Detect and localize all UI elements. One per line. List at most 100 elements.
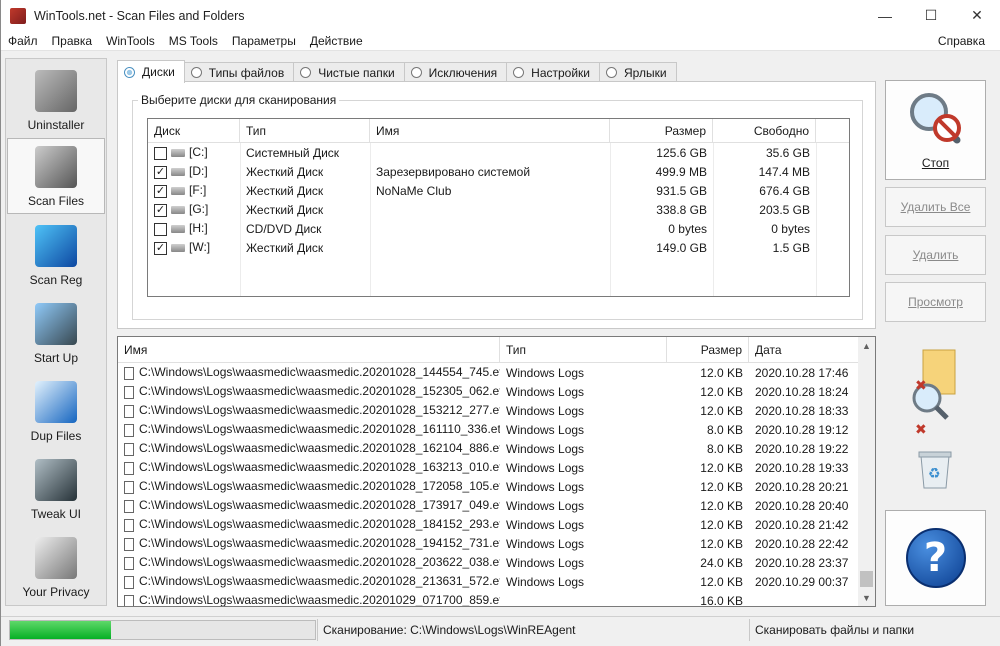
file-name-cell: C:\Windows\Logs\waasmedic\waasmedic.2020…	[118, 403, 500, 418]
file-name-cell: C:\Windows\Logs\waasmedic\waasmedic.2020…	[118, 593, 500, 607]
help-button[interactable]: ?	[885, 510, 986, 606]
table-row[interactable]: C:\Windows\Logs\waasmedic\waasmedic.2020…	[118, 420, 875, 439]
menu-wintools[interactable]: WinTools	[99, 34, 162, 48]
disk-list[interactable]: Диск Тип Имя Размер Свободно [C:] Системн…	[147, 118, 850, 297]
table-row[interactable]: C:\Windows\Logs\waasmedic\waasmedic.2020…	[118, 572, 875, 591]
tab-file-types[interactable]: Типы файлов	[183, 62, 295, 82]
disk-row[interactable]: ✓ [F:] Жесткий Диск NoNaMe Club 931.5 GB 676.…	[148, 181, 849, 200]
delete-button[interactable]: Удалить	[885, 235, 986, 275]
table-row[interactable]: C:\Windows\Logs\waasmedic\waasmedic.2020…	[118, 458, 875, 477]
scan-progress-bar	[9, 620, 316, 640]
table-row[interactable]: C:\Windows\Logs\waasmedic\waasmedic.2020…	[118, 591, 875, 607]
menu-ms-tools[interactable]: MS Tools	[162, 34, 225, 48]
delete-all-button[interactable]: Удалить Все	[885, 187, 986, 227]
file-name: C:\Windows\Logs\waasmedic\waasmedic.2020…	[139, 479, 500, 494]
menu-edit[interactable]: Правка	[45, 34, 100, 48]
column-header[interactable]: Тип	[500, 337, 667, 362]
tab-exclusions[interactable]: Исключения	[403, 62, 508, 82]
table-row[interactable]: C:\Windows\Logs\waasmedic\waasmedic.2020…	[118, 553, 875, 572]
table-row[interactable]: C:\Windows\Logs\waasmedic\waasmedic.2020…	[118, 534, 875, 553]
sidebar-item-uninstaller[interactable]: Uninstaller	[7, 61, 105, 137]
disk-row[interactable]: [H:] CD/DVD Диск 0 bytes 0 bytes	[148, 219, 849, 238]
menu-file[interactable]: Файл	[1, 34, 45, 48]
sidebar-item-your-privacy[interactable]: Your Privacy	[7, 528, 105, 604]
file-type: Windows Logs	[506, 422, 585, 437]
table-row[interactable]: C:\Windows\Logs\waasmedic\waasmedic.2020…	[118, 439, 875, 458]
file-size: 8.0 KB	[706, 441, 743, 456]
file-date: 2020.10.28 20:21	[755, 479, 849, 494]
file-date: 2020.10.28 19:22	[755, 441, 849, 456]
column-header[interactable]: Дата	[749, 337, 859, 362]
disk-checkbox[interactable]: ✓	[154, 241, 167, 255]
table-row[interactable]: C:\Windows\Logs\waasmedic\waasmedic.2020…	[118, 382, 875, 401]
close-button[interactable]: ✕	[954, 0, 1000, 31]
disk-type: Жесткий Диск	[246, 240, 324, 255]
column-header[interactable]: Имя	[118, 337, 500, 362]
disk-checkbox[interactable]: ✓	[154, 184, 167, 198]
table-row[interactable]: C:\Windows\Logs\waasmedic\waasmedic.2020…	[118, 515, 875, 534]
file-name: C:\Windows\Logs\waasmedic\waasmedic.2020…	[139, 365, 500, 380]
scroll-down-arrow-icon[interactable]: ▼	[858, 589, 875, 606]
tab-label: Исключения	[428, 65, 498, 80]
disk-checkbox[interactable]: ✓	[154, 203, 167, 217]
disk-selection-group: Выберите диски для сканирования Диск Тип…	[132, 93, 863, 320]
menu-action[interactable]: Действие	[303, 34, 370, 48]
disk-type: Жесткий Диск	[246, 202, 324, 217]
tab-settings[interactable]: Настройки	[506, 62, 601, 82]
disk-checkbox[interactable]	[154, 222, 167, 236]
disks-tab-panel: Выберите диски для сканирования Диск Тип…	[117, 81, 876, 329]
table-row[interactable]: C:\Windows\Logs\waasmedic\waasmedic.2020…	[118, 477, 875, 496]
sidebar-item-start-up[interactable]: Start Up	[7, 294, 105, 370]
disk-cell: ✓ [G:]	[148, 202, 240, 217]
table-row[interactable]: C:\Windows\Logs\waasmedic\waasmedic.2020…	[118, 401, 875, 420]
found-files-list[interactable]: Имя Тип Размер Дата C:\Windows\Logs\waas…	[117, 336, 876, 607]
column-header[interactable]: Имя	[370, 119, 610, 142]
file-date: 2020.10.28 21:42	[755, 517, 849, 532]
sidebar-item-dup-files[interactable]: Dup Files	[7, 372, 105, 448]
scroll-thumb[interactable]	[860, 571, 873, 587]
column-header[interactable]: Свободно	[713, 119, 816, 142]
disk-size: 338.8 GB	[656, 202, 707, 217]
column-header[interactable]: Тип	[240, 119, 370, 142]
file-icon	[124, 442, 134, 456]
view-button[interactable]: Просмотр	[885, 282, 986, 322]
tab-shortcuts[interactable]: Ярлыки	[599, 62, 677, 82]
minimize-button[interactable]: —	[862, 0, 908, 31]
file-size: 12.0 KB	[700, 517, 743, 532]
disk-row[interactable]: ✓ [G:] Жесткий Диск 338.8 GB 203.5 GB	[148, 200, 849, 219]
file-name: C:\Windows\Logs\waasmedic\waasmedic.2020…	[139, 593, 500, 607]
tab-clean-folders[interactable]: Чистые папки	[293, 62, 405, 82]
maximize-button[interactable]: ☐	[908, 0, 954, 31]
stop-button[interactable]: Стоп	[885, 80, 986, 180]
disk-checkbox[interactable]	[154, 146, 167, 160]
disk-checkbox[interactable]: ✓	[154, 165, 167, 179]
file-name: C:\Windows\Logs\waasmedic\waasmedic.2020…	[139, 536, 500, 551]
table-row[interactable]: C:\Windows\Logs\waasmedic\waasmedic.2020…	[118, 496, 875, 515]
menu-settings[interactable]: Параметры	[225, 34, 303, 48]
column-header[interactable]: Диск	[148, 119, 240, 142]
sidebar-item-scan-reg[interactable]: Scan Reg	[7, 216, 105, 292]
sidebar-item-label: Scan Reg	[29, 273, 83, 287]
disk-row[interactable]: [C:] Системный Диск 125.6 GB 35.6 GB	[148, 143, 849, 162]
column-header[interactable]: Размер	[610, 119, 713, 142]
scroll-up-arrow-icon[interactable]: ▲	[858, 337, 875, 354]
file-name-cell: C:\Windows\Logs\waasmedic\waasmedic.2020…	[118, 460, 500, 475]
vertical-scrollbar[interactable]: ▲ ▼	[858, 337, 875, 606]
file-size: 12.0 KB	[700, 498, 743, 513]
sidebar-item-scan-files[interactable]: Scan Files	[7, 138, 105, 214]
tab-strip: Диски Типы файлов Чистые папки Исключени…	[117, 60, 677, 83]
sidebar-item-tweak-ui[interactable]: Tweak UI	[7, 450, 105, 526]
file-type: Windows Logs	[506, 365, 585, 380]
file-icon	[124, 461, 134, 475]
file-date: 2020.10.29 00:37	[755, 574, 849, 589]
file-name-cell: C:\Windows\Logs\waasmedic\waasmedic.2020…	[118, 574, 500, 589]
menu-help[interactable]: Справка	[931, 34, 992, 48]
drive-letter: [W:]	[189, 240, 211, 255]
disk-row[interactable]: ✓ [D:] Жесткий Диск Зарезервировано системо…	[148, 162, 849, 181]
disk-row[interactable]: ✓ [W:] Жесткий Диск 149.0 GB 1.5 GB	[148, 238, 849, 257]
table-row[interactable]: C:\Windows\Logs\waasmedic\waasmedic.2020…	[118, 363, 875, 382]
tab-disks[interactable]: Диски	[117, 60, 185, 83]
column-header[interactable]: Размер	[667, 337, 749, 362]
recycle-bin-icon[interactable]: ♻	[915, 448, 955, 490]
disk-size: 0 bytes	[668, 221, 707, 236]
